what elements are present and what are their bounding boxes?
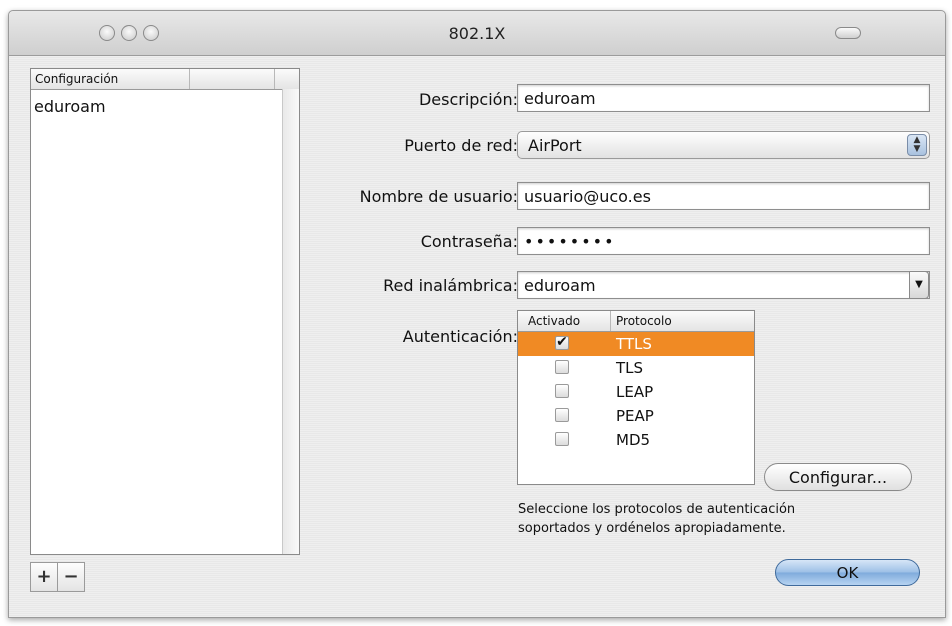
window-title: 802.1X — [448, 24, 506, 43]
hint-line: soportados y ordénelos apropiadamente. — [518, 521, 786, 536]
description-label: Descripción: — [418, 90, 518, 109]
password-field[interactable]: •••••••• — [517, 227, 930, 255]
protocol-name: LEAP — [616, 383, 654, 401]
network-port-label: Puerto de red: — [404, 136, 518, 155]
title-bar: 802.1X — [9, 11, 945, 56]
checkbox[interactable] — [555, 432, 569, 446]
table-row[interactable]: PEAP — [518, 404, 754, 428]
protocol-name: MD5 — [616, 431, 651, 449]
wireless-network-combobox[interactable]: eduroam ▼ — [517, 271, 930, 299]
remove-configuration-button[interactable]: − — [57, 563, 84, 591]
protocol-name: PEAP — [616, 407, 654, 425]
checkbox[interactable] — [555, 384, 569, 398]
description-field[interactable]: eduroam — [517, 84, 930, 112]
configuration-list[interactable]: Configuración eduroam — [30, 68, 300, 555]
authentication-label: Autenticación: — [402, 327, 518, 346]
username-field[interactable]: usuario@uco.es — [517, 182, 930, 210]
wireless-network-label: Red inalámbrica: — [383, 276, 518, 295]
chevron-down-icon[interactable]: ▼ — [909, 271, 929, 299]
username-label: Nombre de usuario: — [359, 187, 518, 206]
ok-button[interactable]: OK — [775, 559, 920, 586]
configure-button[interactable]: Configurar... — [764, 463, 912, 491]
column-divider — [274, 69, 275, 89]
table-row[interactable]: TLS — [518, 356, 754, 380]
popup-arrows-icon: ▲ ▼ — [907, 134, 927, 156]
authentication-table[interactable]: Activado Protocolo ✔ TTLS TLS LEAP PEAP … — [517, 310, 755, 485]
protocol-name: TTLS — [616, 335, 652, 353]
network-port-popup[interactable]: AirPort ▲ ▼ — [517, 131, 930, 159]
hint-line: Seleccione los protocolos de autenticaci… — [518, 502, 796, 517]
table-row[interactable]: MD5 — [518, 428, 754, 452]
list-item[interactable]: eduroam — [34, 97, 106, 116]
enabled-column-header[interactable]: Activado — [528, 314, 580, 328]
list-scrollbar[interactable] — [282, 89, 299, 554]
network-port-value: AirPort — [528, 136, 582, 155]
checkbox[interactable] — [555, 408, 569, 422]
protocol-column-header[interactable]: Protocolo — [616, 314, 672, 328]
authentication-table-header: Activado Protocolo — [518, 311, 754, 332]
configuration-column-header[interactable]: Configuración — [35, 72, 118, 86]
checkbox-checked[interactable]: ✔ — [555, 335, 569, 350]
password-label: Contraseña: — [420, 232, 518, 251]
protocol-name: TLS — [616, 359, 644, 377]
column-divider — [610, 311, 611, 331]
wireless-network-value: eduroam — [524, 276, 596, 295]
table-row[interactable]: LEAP — [518, 380, 754, 404]
add-remove-buttons: + − — [30, 562, 85, 592]
toolbar-toggle-button[interactable] — [835, 27, 861, 39]
authentication-hint: Seleccione los protocolos de autenticaci… — [518, 500, 918, 538]
checkbox[interactable] — [555, 360, 569, 374]
configuration-list-header[interactable]: Configuración — [31, 69, 299, 90]
table-row[interactable]: ✔ TTLS — [518, 332, 754, 356]
column-divider — [189, 69, 190, 89]
add-configuration-button[interactable]: + — [31, 563, 57, 591]
